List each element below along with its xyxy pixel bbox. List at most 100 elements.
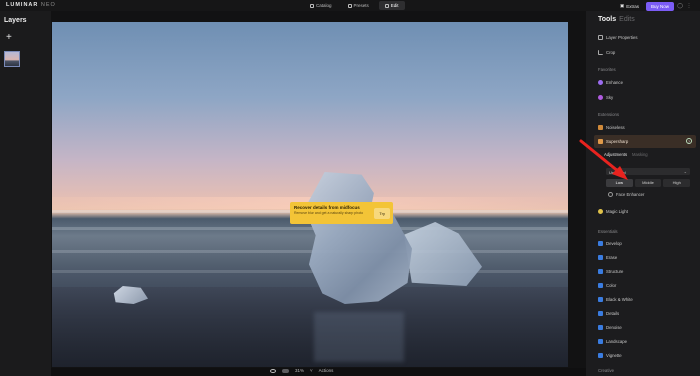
try-button[interactable]: Try (374, 208, 390, 219)
crop-icon (598, 50, 603, 55)
tab-masking[interactable]: Masking (632, 152, 648, 157)
seg-low-button[interactable]: Low (606, 179, 633, 187)
seg-high-button[interactable]: High (663, 179, 691, 187)
actions-menu[interactable]: Actions (319, 368, 334, 373)
tool-enhance-ai[interactable]: Enhance (598, 79, 623, 86)
compare-toggle[interactable] (282, 368, 289, 373)
tool-erase[interactable]: Erase (598, 254, 617, 261)
logo-text: LUMINAR (6, 2, 39, 8)
enhance-icon (598, 80, 603, 85)
tool-label: Crop (606, 50, 616, 55)
tool-develop[interactable]: Develop (598, 240, 622, 247)
supersharp-tabs: Adjustments Masking (604, 152, 648, 157)
section-creative: Creative (598, 368, 615, 373)
top-bar: LUMINAR NEO Catalog Presets Edit ▣ Extra… (0, 0, 700, 11)
section-favorites: Favorites (598, 67, 616, 72)
ice-block-main (304, 172, 412, 304)
vignette-icon (598, 353, 603, 358)
top-right-controls: ▣ Extras Buy Now ◯ ⋮ (616, 1, 692, 11)
tool-label: Landscape (606, 339, 628, 344)
tool-magic-light-ai[interactable]: Magic Light (598, 208, 628, 215)
edits-tab[interactable]: Edits (619, 16, 635, 23)
tool-label: Enhance (606, 80, 623, 85)
add-layer-button[interactable]: + (6, 33, 12, 43)
face-enhancer-label: Face Enhancer (616, 192, 645, 197)
tool-label: Layer Properties (606, 35, 638, 40)
logo-subtext: NEO (40, 2, 56, 8)
more-icon[interactable]: ⋮ (686, 3, 692, 9)
extras-button[interactable]: ▣ Extras (616, 1, 643, 11)
tool-label: Erase (606, 255, 618, 260)
wave-line (52, 250, 568, 253)
section-extensions: Extensions (598, 112, 620, 117)
chevron-down-icon: ⌄ (683, 169, 687, 174)
tool-label: Develop (606, 241, 622, 246)
help-icon[interactable]: ? (686, 138, 692, 144)
tool-label: Noiseless (606, 125, 625, 130)
buy-now-button[interactable]: Buy Now (645, 1, 674, 11)
tool-noiseless-ai[interactable]: Noiseless (598, 124, 625, 131)
supersharp-icon (598, 139, 603, 144)
supersharp-header: Supersharp (598, 139, 628, 144)
tools-header: Tools Edits (598, 16, 635, 23)
seg-middle-button[interactable]: Middle (634, 179, 662, 187)
details-icon (598, 311, 603, 316)
zoom-level[interactable]: 31% (295, 368, 304, 373)
layer-thumbnail[interactable] (4, 51, 20, 67)
tool-crop[interactable]: Crop (598, 49, 615, 56)
app-window: LUMINAR NEO Catalog Presets Edit ▣ Extra… (0, 0, 700, 376)
tab-adjustments[interactable]: Adjustments (604, 152, 627, 157)
tool-supersharp-ai[interactable]: Supersharp ? (594, 135, 696, 148)
tool-label: Sky (606, 95, 614, 100)
sky-icon (598, 95, 603, 100)
tool-layer-properties[interactable]: Layer Properties (598, 34, 638, 41)
ice-block-side (404, 222, 482, 286)
magic-light-icon (598, 209, 603, 214)
tool-landscape[interactable]: Landscape (598, 338, 627, 345)
tool-details[interactable]: Details (598, 310, 619, 317)
tools-tab[interactable]: Tools (598, 16, 616, 23)
layers-panel: Layers + (0, 11, 51, 376)
nav-edit[interactable]: Edit (378, 1, 405, 10)
tool-denoise[interactable]: Denoise (598, 324, 622, 331)
tool-structure-ai[interactable]: Structure (598, 268, 623, 275)
tool-color[interactable]: Color (598, 282, 616, 289)
structure-icon (598, 269, 603, 274)
tool-black-white[interactable]: Black & White (598, 296, 633, 303)
face-enhancer-option[interactable]: Face Enhancer (608, 192, 644, 197)
nav-catalog[interactable]: Catalog (304, 1, 338, 10)
presets-icon (347, 3, 352, 8)
canvas-area: Recover details from midfocus Remove blu… (51, 11, 586, 368)
photo-canvas[interactable] (52, 22, 568, 367)
tool-label: Color (606, 283, 617, 288)
zoom-chevron-icon[interactable]: ˅ (310, 368, 313, 373)
layers-title: Layers (4, 17, 27, 24)
tool-label: Structure (606, 269, 624, 274)
tool-sky-ai[interactable]: Sky (598, 94, 613, 101)
tool-label: Supersharp (606, 139, 629, 144)
extras-label: Extras (626, 3, 639, 9)
ice-reflection (314, 312, 404, 362)
noiseless-icon (598, 125, 603, 130)
layers-icon (598, 35, 603, 40)
account-icon[interactable]: ◯ (677, 3, 683, 9)
mode-select[interactable]: Universal ⌄ (606, 168, 690, 175)
color-icon (598, 283, 603, 288)
bottom-bar: 31% ˅ Actions (270, 368, 333, 373)
tool-label: Magic Light (606, 209, 628, 214)
landscape-icon (598, 339, 603, 344)
nav-catalog-label: Catalog (316, 3, 332, 8)
tool-label: Denoise (606, 325, 622, 330)
wave-line (52, 270, 568, 273)
denoise-icon (598, 325, 603, 330)
nav-presets[interactable]: Presets (342, 1, 375, 10)
nav-edit-label: Edit (390, 3, 399, 8)
eye-icon[interactable] (270, 368, 276, 373)
catalog-icon (310, 3, 314, 8)
edit-icon (384, 3, 389, 8)
tool-vignette[interactable]: Vignette (598, 352, 622, 359)
face-enhancer-radio[interactable] (608, 192, 613, 197)
mode-select-value: Universal (609, 169, 626, 175)
tools-panel: Tools Edits Layer Properties Crop Favori… (586, 11, 700, 376)
ai-suggestion-tooltip: Recover details from midfocus Remove blu… (290, 202, 393, 224)
